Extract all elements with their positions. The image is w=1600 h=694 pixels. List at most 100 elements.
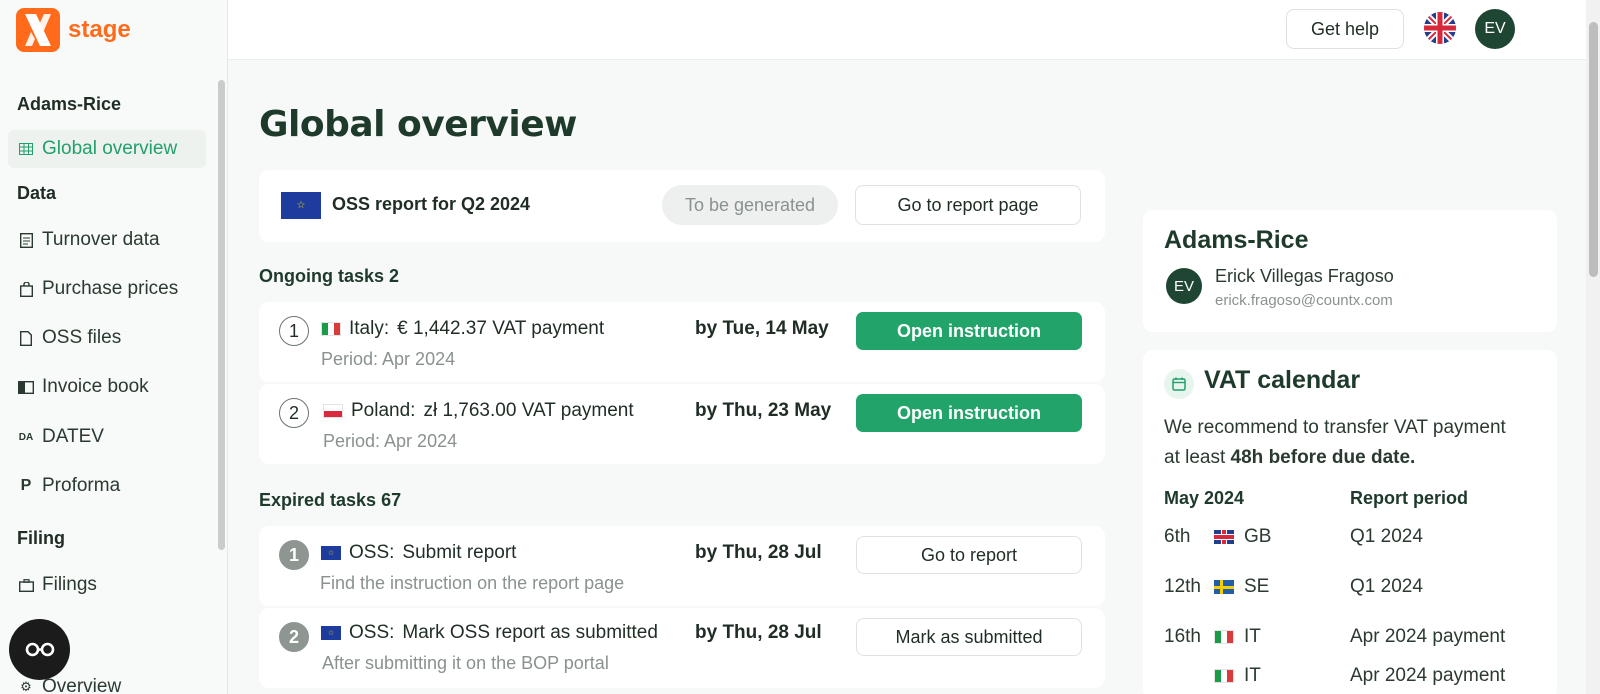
eu-flag-icon — [321, 546, 341, 560]
task-due-date: by Thu, 28 Jul — [695, 622, 822, 643]
sidebar: stage Adams-Rice Global overview Data Tu… — [0, 0, 228, 694]
se-flag-icon — [1214, 580, 1234, 594]
file-icon — [18, 330, 34, 346]
proforma-icon: P — [20, 477, 32, 494]
task-country: OSS: — [349, 542, 395, 563]
italy-flag-icon — [1214, 630, 1234, 644]
oss-report-title: OSS report for Q2 2024 — [332, 194, 531, 214]
task-text: Submit report — [402, 542, 517, 563]
italy-flag-icon — [1214, 669, 1234, 683]
calendar-period: Apr 2024 payment — [1350, 626, 1506, 647]
task-title: OSS: Mark OSS report as submitted — [321, 622, 658, 644]
eu-flag-icon — [281, 192, 321, 219]
ongoing-tasks-heading: Ongoing tasks 2 — [259, 266, 400, 286]
vat-calendar-note-line1: We recommend to transfer VAT payment — [1164, 417, 1506, 438]
task-text: Mark OSS report as submitted — [402, 622, 658, 643]
note-emphasis: 48h before due date. — [1230, 447, 1416, 468]
sidebar-item-purchase-prices[interactable]: Purchase prices — [8, 270, 206, 308]
sidebar-item-datev[interactable]: DA DATEV — [8, 418, 206, 456]
task-country: Italy: — [349, 318, 390, 339]
calendar-day: 16th — [1164, 626, 1201, 647]
user-avatar[interactable]: EV — [1475, 9, 1515, 49]
get-help-button[interactable]: Get help — [1286, 9, 1404, 49]
task-country: Poland: — [351, 400, 416, 421]
sidebar-item-oss-files[interactable]: OSS files — [8, 319, 206, 357]
main-scrollbar-thumb[interactable] — [1589, 22, 1598, 277]
calendar-row: 12th SE — [1164, 576, 1269, 598]
task-text: zł 1,763.00 VAT payment — [423, 400, 634, 421]
book-icon — [18, 379, 34, 395]
briefcase-icon — [18, 577, 34, 593]
page-title: Global overview — [259, 104, 577, 145]
sidebar-item-global-overview[interactable]: Global overview — [8, 130, 206, 168]
task-text: € 1,442.37 VAT payment — [397, 318, 605, 339]
client-company-name: Adams-Rice — [1164, 226, 1309, 254]
task-row: 2 OSS: Mark OSS report as submitted Afte… — [259, 608, 1105, 688]
note-prefix: at least — [1164, 447, 1226, 468]
x-logo-icon — [16, 8, 60, 52]
task-row: 2 Poland: zł 1,763.00 VAT payment Period… — [259, 384, 1105, 464]
task-title: OSS: Submit report — [321, 542, 516, 564]
vat-calendar-title: VAT calendar — [1204, 366, 1361, 394]
sidebar-item-turnover-data[interactable]: Turnover data — [8, 221, 206, 259]
mark-as-submitted-button[interactable]: Mark as submitted — [856, 618, 1082, 656]
contact-name: Erick Villegas Fragoso — [1215, 266, 1394, 286]
sidebar-item-label: Invoice book — [42, 376, 149, 397]
open-instruction-button[interactable]: Open instruction — [856, 394, 1082, 432]
sidebar-item-label: Proforma — [42, 475, 121, 496]
task-subtitle: Period: Apr 2024 — [323, 431, 458, 451]
sidebar-item-filings[interactable]: Filings — [8, 566, 206, 604]
expired-tasks-heading: Expired tasks 67 — [259, 490, 402, 510]
task-title: Poland: zł 1,763.00 VAT payment — [323, 400, 634, 422]
contact-email[interactable]: erick.fragoso@countx.com — [1215, 292, 1393, 309]
open-instruction-button[interactable]: Open instruction — [856, 312, 1082, 350]
sidebar-scrollbar[interactable] — [218, 80, 225, 550]
task-number: 2 — [279, 622, 309, 652]
gb-flag-icon — [1214, 530, 1234, 544]
calendar-country: GB — [1244, 526, 1272, 547]
sidebar-item-label: Global overview — [42, 138, 178, 159]
sidebar-section-filing: Filing — [17, 528, 65, 548]
grid-icon — [18, 141, 34, 157]
go-to-report-page-button[interactable]: Go to report page — [855, 185, 1081, 225]
sidebar-item-label: Overview — [42, 676, 122, 694]
task-row: 1 Italy: € 1,442.37 VAT payment Period: … — [259, 302, 1105, 382]
document-list-icon — [18, 232, 34, 248]
sidebar-item-label: DATEV — [42, 426, 104, 447]
vat-calendar-card: VAT calendar We recommend to transfer VA… — [1143, 350, 1557, 694]
calendar-period: Apr 2024 payment — [1350, 665, 1506, 686]
brand-name: stage — [68, 16, 131, 43]
task-number: 1 — [279, 316, 309, 346]
sidebar-item-label: Filings — [42, 574, 97, 595]
sidebar-item-label: OSS files — [42, 327, 122, 348]
vat-calendar-note-line2: at least 48h before due date. — [1164, 443, 1415, 473]
chat-widget-button[interactable] — [9, 619, 70, 680]
calendar-icon — [1164, 369, 1194, 399]
calendar-day: 12th — [1164, 576, 1201, 597]
task-row: 1 OSS: Submit report Find the instructio… — [259, 526, 1105, 606]
calendar-country: IT — [1244, 665, 1261, 686]
datev-icon: DA — [18, 431, 34, 443]
sidebar-client-name: Adams-Rice — [17, 94, 122, 114]
calendar-period: Q1 2024 — [1350, 526, 1423, 547]
task-number: 2 — [279, 398, 309, 428]
client-profile-card: Adams-Rice EV Erick Villegas Fragoso eri… — [1143, 210, 1557, 332]
task-due-date: by Tue, 14 May — [695, 318, 829, 339]
calendar-day: 6th — [1164, 526, 1191, 547]
calendar-row: 6th GB — [1164, 526, 1271, 548]
task-title: Italy: € 1,442.37 VAT payment — [321, 318, 604, 340]
language-uk-flag-icon[interactable] — [1424, 12, 1456, 44]
task-subtitle: Period: Apr 2024 — [321, 349, 456, 369]
task-subtitle: After submitting it on the BOP portal — [322, 653, 609, 673]
task-number: 1 — [279, 540, 309, 570]
sidebar-item-proforma[interactable]: P Proforma — [8, 467, 206, 505]
task-country: OSS: — [349, 622, 395, 643]
sidebar-item-invoice-book[interactable]: Invoice book — [8, 368, 206, 406]
app-logo[interactable]: stage — [16, 8, 131, 52]
poland-flag-icon — [323, 404, 343, 418]
sidebar-item-label: Purchase prices — [42, 278, 179, 299]
task-due-date: by Thu, 28 Jul — [695, 542, 822, 563]
eu-flag-icon — [321, 626, 341, 640]
task-due-date: by Thu, 23 May — [695, 400, 832, 421]
go-to-report-button[interactable]: Go to report — [856, 536, 1082, 574]
